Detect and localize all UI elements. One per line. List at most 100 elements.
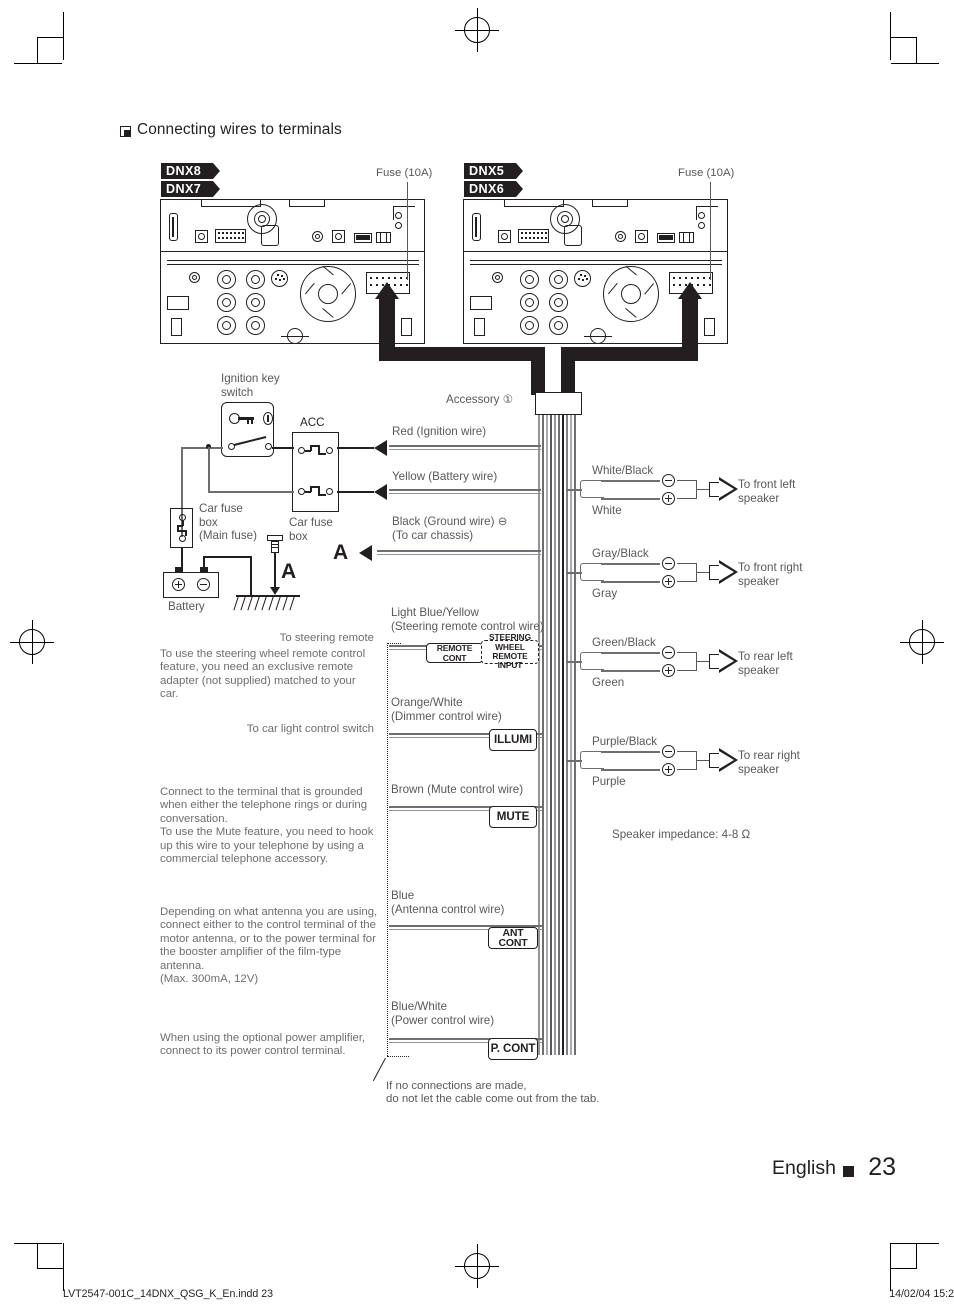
- footer-filename: LVT2547-001C_14DNX_QSG_K_En.indd 23: [63, 1288, 274, 1300]
- harness-trunk-right-down: [561, 347, 575, 395]
- label-speaker-2-target-l2: speaker: [738, 663, 780, 677]
- note-power-control: When using the optional power amplifier,…: [160, 1032, 366, 1058]
- wire-speaker-0-plus: [601, 498, 660, 500]
- harness-trunk-left-down: [531, 347, 545, 395]
- crop-mark-bottom-right-h2: [891, 1268, 917, 1270]
- speaker-3-lead-plus: [677, 769, 697, 771]
- speaker-feed-1: [566, 572, 582, 574]
- ignition-switch-label-line2: switch: [221, 385, 254, 399]
- wire-speaker-1-plus: [601, 581, 660, 583]
- main-fuse-label: Car fuse box (Main fuse): [199, 502, 257, 543]
- registration-mark-top: [455, 8, 499, 52]
- harness-trunk-left-h: [379, 347, 545, 361]
- ignition-switch-label-line1: Ignition key: [221, 372, 280, 385]
- illumi-box: ILLUMI: [489, 729, 537, 751]
- label-steering-remote-desc: (Steering remote control wire): [391, 619, 544, 633]
- speaker-front-right-icon: [709, 560, 739, 585]
- wire-ign-h2: [208, 491, 294, 493]
- main-fuse-label-line3: (Main fuse): [199, 529, 257, 543]
- crop-mark-top-right-v: [890, 12, 892, 60]
- label-antenna-wire: Blue (Antenna control wire): [391, 889, 504, 916]
- page-marker-square: [843, 1166, 854, 1177]
- heading-to-steering-remote: To steering remote: [279, 632, 374, 644]
- label-black-ground: Black (Ground wire) ⊖ (To car chassis): [392, 515, 507, 542]
- speaker-1-lead-minus: [677, 563, 697, 565]
- arrow-red-ignition: [374, 440, 387, 456]
- label-speaker-0-plus: White: [592, 504, 622, 517]
- battery-terminal-plus: [175, 567, 183, 573]
- speaker-feed-2: [566, 661, 582, 663]
- ground-marker-a-large: A: [333, 541, 349, 564]
- crop-mark-bottom-left-v: [63, 1243, 65, 1291]
- battery-label: Battery: [168, 600, 205, 613]
- note-antenna: Depending on what antenna you are using,…: [160, 906, 378, 986]
- label-speaker-0-target-l1: To front left: [738, 478, 796, 491]
- crop-mark-top-right-h2: [891, 37, 917, 39]
- harness-trunk-right-h: [561, 347, 698, 361]
- wire-yellow-line2: [389, 493, 541, 495]
- acc-label: ACC: [300, 416, 325, 429]
- registration-mark-bottom: [455, 1244, 499, 1288]
- wire-black-line2: [377, 554, 541, 556]
- battery-plus-icon: [172, 578, 185, 591]
- footer-timestamp: 14/02/04 15:2: [889, 1288, 954, 1300]
- speaker-feed-3: [566, 760, 582, 762]
- crop-mark-top-left-v2: [37, 37, 39, 63]
- label-speaker-1-minus: Gray/Black: [592, 547, 649, 560]
- wire-batt-neg-down: [250, 556, 252, 597]
- label-speaker-2-plus: Green: [592, 676, 625, 689]
- crop-mark-bottom-right-h: [891, 1243, 939, 1245]
- speaker-1-lead-plus: [677, 581, 697, 583]
- speaker-1-plus-icon: [662, 575, 675, 588]
- car-fuse-box-2-label-line2: box: [289, 529, 308, 543]
- wire-speaker-3-minus: [601, 751, 660, 753]
- arrow-yellow-battery: [374, 484, 387, 500]
- label-power-control-color: Blue/White: [391, 1000, 448, 1013]
- wire-batt-neg-h: [203, 556, 251, 558]
- label-speaker-1-plus: Gray: [592, 587, 618, 600]
- page-language: English: [772, 1157, 836, 1179]
- note-steering-remote: To use the steering wheel remote control…: [160, 648, 366, 701]
- label-dimmer-desc: (Dimmer control wire): [391, 709, 502, 723]
- harness-arrow-right-unit: [678, 282, 702, 299]
- fuse-callout-line-right: [710, 182, 711, 280]
- label-speaker-3-minus: Purple/Black: [592, 735, 658, 748]
- heading-to-car-light-switch: To car light control switch: [246, 723, 374, 735]
- wire-speaker-0-minus: [601, 480, 660, 482]
- speaker-0-minus-icon: [662, 474, 675, 487]
- wire-ign-h1: [181, 447, 223, 449]
- label-speaker-2-target: To rear left speaker: [738, 650, 793, 677]
- label-speaker-1-target: To front right speaker: [738, 561, 802, 588]
- ground-hatching: [233, 595, 300, 612]
- ignition-switch-label: Ignition key switch: [221, 372, 280, 399]
- harness-connector-block: [535, 392, 582, 415]
- registration-mark-right: [900, 620, 944, 664]
- wire-batt-neg-up: [203, 556, 205, 570]
- label-speaker-0-target-l2: speaker: [738, 491, 780, 505]
- remote-cont-box: REMOTE CONT: [426, 643, 483, 663]
- wire-acc-to-arrow: [337, 447, 374, 449]
- tab-boundary-bottom: [387, 1056, 409, 1057]
- label-power-control-desc: (Power control wire): [391, 1013, 495, 1027]
- crop-mark-top-left-h: [14, 63, 62, 65]
- page-number: 23: [868, 1153, 896, 1181]
- car-fuse-box-2-label: Car fuse box: [289, 516, 333, 543]
- harness-trunk-right-v: [682, 299, 698, 354]
- crop-mark-top-right-h: [891, 63, 939, 65]
- model-tag-dnx7: DNX7: [161, 181, 221, 197]
- speaker-rear-left-icon: [709, 649, 739, 674]
- speaker-3-lead-minus: [677, 751, 697, 753]
- model-tag-dnx6: DNX6: [464, 181, 524, 197]
- label-antenna-color: Blue: [391, 889, 415, 902]
- steering-wheel-remote-input-box: STEERING WHEEL REMOTE INPUT: [481, 632, 539, 670]
- speaker-2-lead-center: [696, 661, 710, 663]
- label-speaker-3-target-l2: speaker: [738, 762, 780, 776]
- tab-boundary-top: [387, 643, 401, 644]
- page-title: Connecting wires to terminals: [137, 121, 342, 138]
- ant-cont-box: ANT CONT: [488, 927, 538, 949]
- ground-polarity-icon: ⊖: [497, 515, 508, 528]
- crop-mark-bottom-right-v: [890, 1243, 892, 1291]
- crop-mark-bottom-left-h2: [37, 1268, 63, 1270]
- speaker-branch-front-right: [580, 563, 604, 581]
- fuse-callout-right: Fuse (10A): [678, 167, 735, 179]
